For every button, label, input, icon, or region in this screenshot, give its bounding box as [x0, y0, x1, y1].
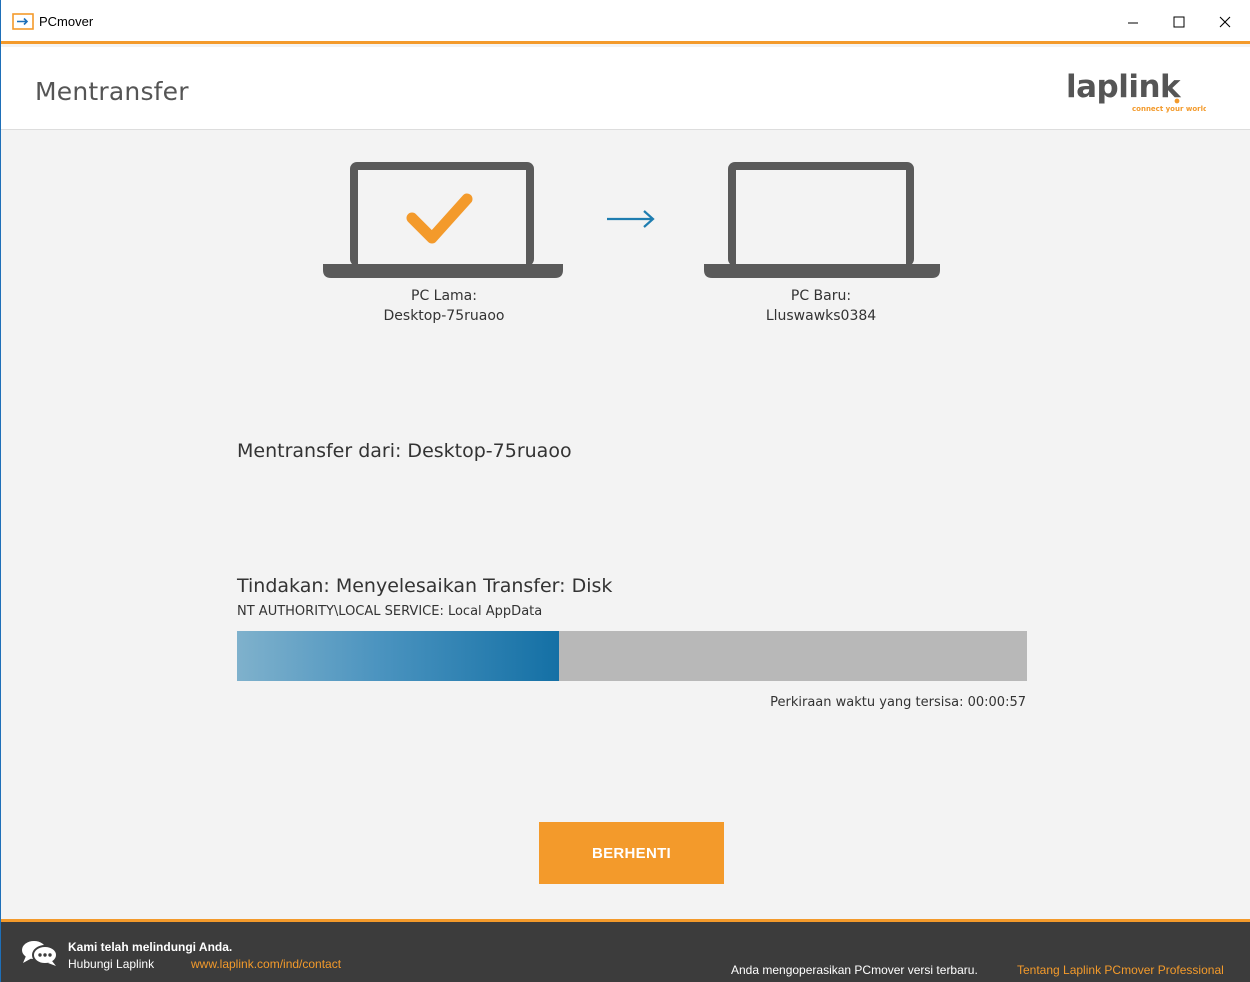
page-title: Mentransfer [35, 77, 189, 106]
maximize-icon [1173, 16, 1185, 28]
title-bar: PCmover [1, 0, 1250, 44]
close-button[interactable] [1202, 0, 1248, 44]
new-pc-laptop-icon [704, 162, 940, 278]
current-action-detail: NT AUTHORITY\LOCAL SERVICE: Local AppDat… [237, 604, 543, 619]
time-remaining-text: Perkiraan waktu yang tersisa: 00:00:57 [770, 695, 1026, 710]
stop-button[interactable]: BERHENTI [539, 822, 724, 884]
old-pc-heading: PC Lama: [411, 288, 477, 304]
minimize-icon [1128, 22, 1138, 24]
page-header: Mentransfer laplink connect your world [1, 47, 1250, 130]
footer-bar: Kami telah melindungi Anda. Hubungi Lapl… [1, 919, 1250, 982]
arrow-right-icon [607, 210, 655, 228]
svg-text:connect your world: connect your world [1132, 105, 1206, 113]
footer-contact-label: Hubungi Laplink [68, 957, 155, 971]
transfer-source-text: Mentransfer dari: Desktop-75ruaoo [237, 440, 572, 462]
version-status-text: Anda mengoperasikan PCmover versi terbar… [731, 963, 978, 977]
close-icon [1219, 16, 1231, 28]
progress-bar-fill [237, 631, 559, 681]
old-pc-label: PC Lama: Desktop-75ruaoo [344, 286, 544, 326]
app-window: PCmover Mentransfer laplink connect your… [0, 0, 1250, 982]
new-pc-label: PC Baru: Lluswawks0384 [721, 286, 921, 326]
chat-support-icon [22, 941, 58, 966]
old-pc-laptop-icon [323, 162, 563, 278]
window-title: PCmover [39, 14, 94, 29]
maximize-button[interactable] [1156, 0, 1202, 44]
minimize-button[interactable] [1110, 0, 1156, 44]
new-pc-name: Lluswawks0384 [765, 308, 877, 324]
svg-text:laplink: laplink [1066, 69, 1182, 105]
laplink-logo: laplink connect your world [1066, 69, 1206, 113]
transfer-progress-bar [237, 631, 1027, 681]
pcmover-app-icon [12, 13, 34, 30]
contact-link[interactable]: www.laplink.com/ind/contact [191, 957, 341, 971]
new-pc-heading: PC Baru: [790, 288, 852, 304]
footer-protect-text: Kami telah melindungi Anda. [68, 940, 233, 954]
old-pc-name: Desktop-75ruaoo [383, 308, 505, 324]
current-action-text: Tindakan: Menyelesaikan Transfer: Disk [237, 575, 613, 597]
about-link[interactable]: Tentang Laplink PCmover Professional [1017, 963, 1224, 977]
